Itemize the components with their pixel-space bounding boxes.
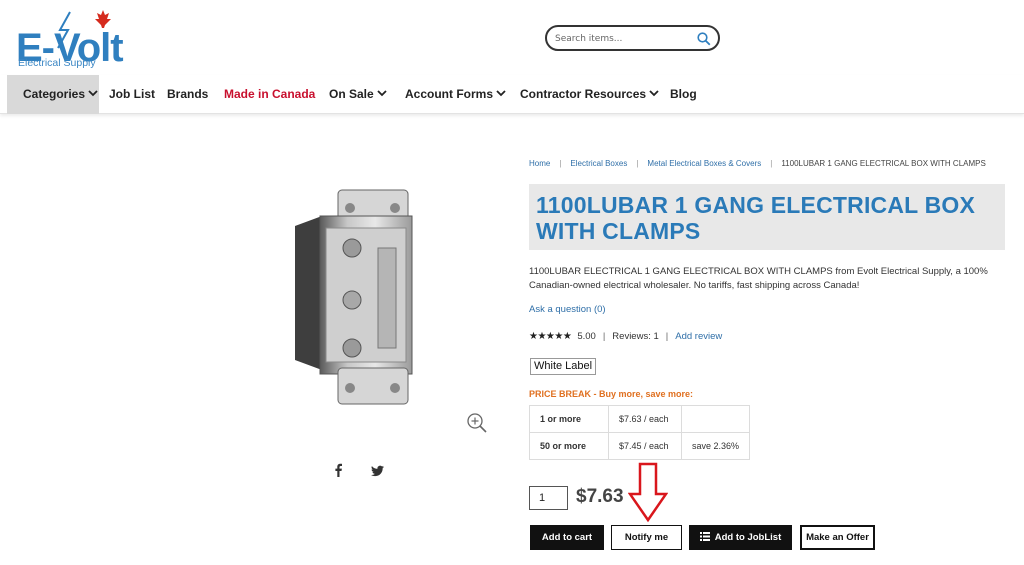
rating-separator: | [602,331,606,342]
search-input[interactable] [555,30,695,48]
nav-brands-label: Brands [167,87,209,101]
brand-label[interactable]: White Label [530,358,597,375]
annotation-arrow-icon [628,462,668,523]
breadcrumb-home[interactable]: Home [529,159,550,168]
price-break-table: 1 or more $7.63 / each 50 or more $7.45 … [529,405,751,460]
breadcrumb-separator: | [770,159,773,168]
site-logo[interactable]: E-Volt Electrical Supply [14,8,124,72]
price-break-title: PRICE BREAK - Buy more, save more: [529,389,694,399]
rating-separator: | [665,331,669,342]
price-break-price: $7.63 / each [608,405,682,433]
nav-made-in-canada[interactable]: Made in Canada [224,75,315,114]
product-description: 1100LUBAR ELECTRICAL 1 GANG ELECTRICAL B… [529,266,988,291]
table-row: 50 or more $7.45 / each save 2.36% [529,432,751,460]
price-break-price: $7.45 / each [608,432,682,460]
add-to-joblist-label: Add to JobList [714,532,782,543]
twitter-icon[interactable] [371,462,384,481]
nav-categories-label: Categories [23,87,86,101]
main-nav: Categories Job List Brands Made in Canad… [0,75,1024,114]
breadcrumb-metal-boxes[interactable]: Metal Electrical Boxes & Covers [647,159,761,168]
nav-brands[interactable]: Brands [167,75,208,114]
chevron-down-icon [88,90,98,97]
zoom-in-icon[interactable] [466,412,488,438]
product-price: $7.63 [576,486,624,507]
logo-subtitle: Electrical Supply [18,57,96,69]
nav-made-in-canada-label: Made in Canada [224,87,316,101]
make-offer-button[interactable]: Make an Offer [800,525,875,550]
product-rating: ★★★★★ 5.00 | Reviews: 1 | Add review [529,331,722,342]
ask-question-link[interactable]: Ask a question (0) [529,304,606,315]
breadcrumb-electrical-boxes[interactable]: Electrical Boxes [570,159,627,168]
rating-score: 5.00 [577,331,596,342]
nav-job-list-label: Job List [109,87,156,101]
nav-job-list[interactable]: Job List [109,75,155,114]
nav-blog[interactable]: Blog [670,75,697,114]
search-icon[interactable] [697,31,711,50]
nav-contractor-resources[interactable]: Contractor Resources [520,75,659,114]
nav-on-sale-label: On Sale [329,87,374,101]
notify-me-button[interactable]: Notify me [611,525,682,550]
product-title: 1100LUBAR 1 GANG ELECTRICAL BOX WITH CLA… [536,192,976,244]
nav-account-forms[interactable]: Account Forms [405,75,506,114]
table-row: 1 or more $7.63 / each [529,405,751,433]
nav-account-forms-label: Account Forms [405,87,494,101]
quantity-input[interactable] [529,486,568,510]
nav-blog-label: Blog [670,87,697,101]
nav-contractor-resources-label: Contractor Resources [520,87,647,101]
metal-electrical-box-image [295,189,413,405]
breadcrumb-current: 1100LUBAR 1 GANG ELECTRICAL BOX WITH CLA… [781,159,986,168]
reviews-count: Reviews: 1 [612,331,659,342]
price-break-save [680,405,751,433]
nav-categories[interactable]: Categories [7,75,99,114]
rating-stars-icon: ★★★★★ [529,331,572,342]
price-break-qty: 50 or more [529,432,609,460]
chevron-down-icon [496,90,506,97]
chevron-down-icon [377,90,387,97]
product-title-box: 1100LUBAR 1 GANG ELECTRICAL BOX WITH CLA… [529,184,1005,250]
search-box [545,25,720,51]
nav-on-sale[interactable]: On Sale [329,75,387,114]
add-to-cart-button[interactable]: Add to cart [530,525,604,550]
add-review-link[interactable]: Add review [675,331,722,342]
chevron-down-icon [649,90,659,97]
price-break-save: save 2.36% [680,432,751,460]
add-to-joblist-button[interactable]: Add to JobList [689,525,792,550]
breadcrumb-separator: | [636,159,639,168]
price-break-qty: 1 or more [529,405,609,433]
product-image[interactable] [290,188,420,408]
facebook-icon[interactable] [333,462,343,481]
list-icon [699,531,710,541]
breadcrumb-separator: | [559,159,562,168]
breadcrumb: Home | Electrical Boxes | Metal Electrical B… [529,159,986,168]
